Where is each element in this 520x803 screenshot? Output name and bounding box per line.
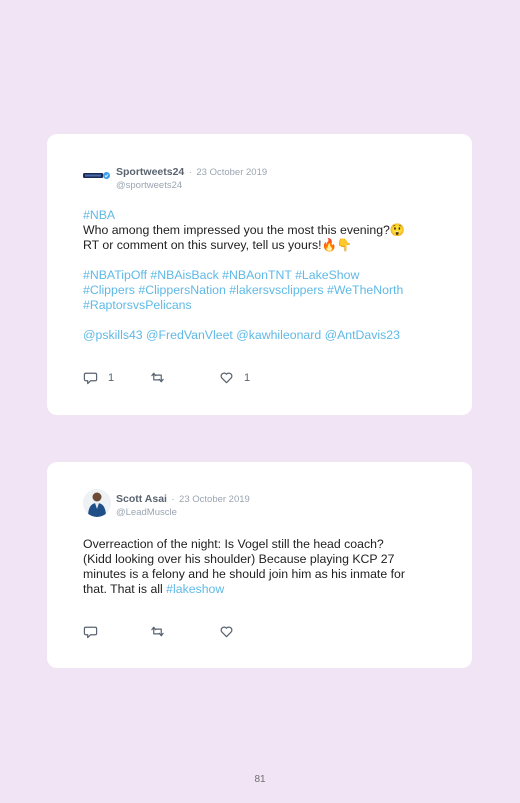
tweet-header: Sportweets24 · 23 October 2019 @sportwee…	[116, 164, 267, 192]
reply-button[interactable]	[83, 624, 98, 639]
tweet-line: Overreaction of the night: Is Vogel stil…	[83, 537, 384, 551]
reply-icon	[83, 626, 98, 639]
page-number: 81	[254, 774, 266, 785]
hashtag-line[interactable]: #NBATipOff #NBAisBack #NBAonTNT #LakeSho…	[83, 268, 442, 283]
tweet-line: minutes is a felony and he should join h…	[83, 567, 405, 581]
hashtag-line[interactable]: #RaptorsvsPelicans	[83, 298, 442, 313]
reply-icon	[83, 372, 98, 385]
tweet-date: 23 October 2019	[179, 494, 250, 505]
tweet-line: Who among them impressed you the most th…	[83, 223, 406, 237]
like-icon	[220, 626, 233, 638]
tweet-line: that. That is all #lakeshow	[83, 582, 442, 597]
separator: ·	[171, 494, 175, 505]
like-count: 1	[244, 371, 251, 384]
retweet-icon	[151, 626, 164, 637]
reply-button[interactable]: 1	[83, 370, 114, 385]
author-handle[interactable]: @sportweets24	[116, 179, 267, 192]
avatar[interactable]	[83, 162, 111, 190]
tweet-date: 23 October 2019	[196, 167, 268, 178]
hashtag[interactable]: #NBA	[83, 208, 442, 223]
retweet-button[interactable]	[150, 370, 165, 385]
author-name[interactable]: Scott Asai	[116, 493, 167, 505]
hashtag-line[interactable]: #Clippers #ClippersNation #lakersvsclipp…	[83, 283, 442, 298]
avatar[interactable]	[83, 489, 111, 517]
mentions-line[interactable]: @pskills43 @FredVanVleet @kawhileonard @…	[83, 328, 442, 343]
tweet-card: Scott Asai · 23 October 2019 @LeadMuscle…	[47, 462, 472, 668]
tweet-text-plain: that. That is all	[83, 582, 167, 596]
like-icon	[220, 372, 233, 384]
tweet-line: RT or comment on this survey, tell us yo…	[83, 238, 353, 252]
tweet-header: Scott Asai · 23 October 2019 @LeadMuscle	[116, 491, 250, 519]
tweet-text: #NBA Who among them impressed you the mo…	[83, 208, 442, 343]
like-button[interactable]: 1	[219, 370, 250, 385]
retweet-button[interactable]	[150, 624, 165, 639]
tweet-text: Overreaction of the night: Is Vogel stil…	[83, 537, 442, 597]
retweet-icon	[151, 372, 164, 383]
tweet-card: Sportweets24 · 23 October 2019 @sportwee…	[47, 134, 472, 415]
profile-photo	[83, 489, 111, 517]
tweet-line: (Kidd looking over his shoulder) Because…	[83, 552, 395, 566]
separator: ·	[188, 167, 192, 178]
hashtag[interactable]: #lakeshow	[166, 582, 224, 596]
sportweets-logo-icon	[83, 172, 110, 179]
reply-count: 1	[108, 371, 115, 384]
like-button[interactable]	[219, 624, 234, 639]
author-name[interactable]: Sportweets24	[116, 166, 184, 178]
author-handle[interactable]: @LeadMuscle	[116, 506, 250, 519]
